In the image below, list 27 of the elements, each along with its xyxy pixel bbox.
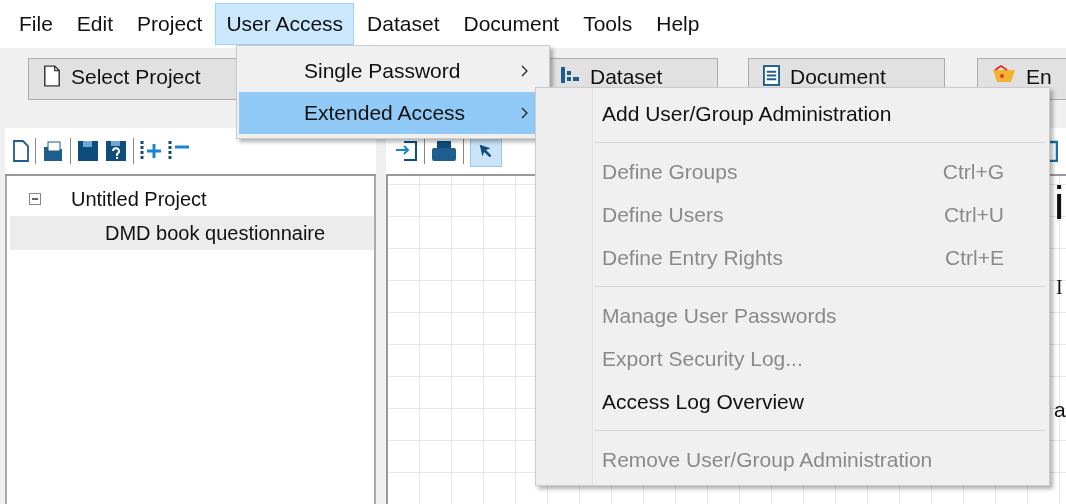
menu-item-label: Define Users [602, 202, 724, 227]
menu-bar-item[interactable]: Project [126, 3, 214, 45]
tree-item[interactable]: DMD book questionnaire [10, 216, 374, 250]
menu-bar-item[interactable]: Tools [572, 3, 644, 45]
shortcut-label: Ctrl+E [945, 245, 1004, 270]
menu-item-label: Define Entry Rights [602, 245, 783, 270]
shortcut-label: Ctrl+U [943, 202, 1004, 227]
menu-bar-item[interactable]: User Access [215, 3, 355, 45]
menu-item[interactable]: Access Log Overview [536, 380, 1049, 423]
menu-item-label: Add User/Group Administration [602, 101, 892, 126]
toolbar-button[interactable]: Select Project [28, 58, 238, 100]
menu-bar-item[interactable]: Help [645, 3, 711, 45]
menu-item-label: Access Log Overview [602, 389, 804, 414]
canvas-text: a [1054, 398, 1066, 422]
canvas-text: I [1056, 276, 1063, 299]
menu-item-label: Define Groups [602, 159, 738, 184]
canvas-text: i [1054, 176, 1065, 230]
menu-item-label: Export Security Log... [602, 346, 803, 371]
shortcut-label: Ctrl+G [942, 159, 1004, 184]
menu-bar-item[interactable]: Dataset [356, 3, 451, 45]
menu-item-label: Manage User Passwords [602, 303, 837, 328]
menu-bar-item[interactable]: Document [452, 3, 571, 45]
tree-item[interactable]: Untitled Project [71, 187, 207, 211]
menu-bar-item[interactable]: File [8, 3, 64, 45]
menu-item-label: Remove User/Group Administration [602, 447, 933, 472]
menu-bar-item[interactable]: Edit [65, 3, 125, 45]
menu-item[interactable]: Single Password [239, 50, 547, 92]
